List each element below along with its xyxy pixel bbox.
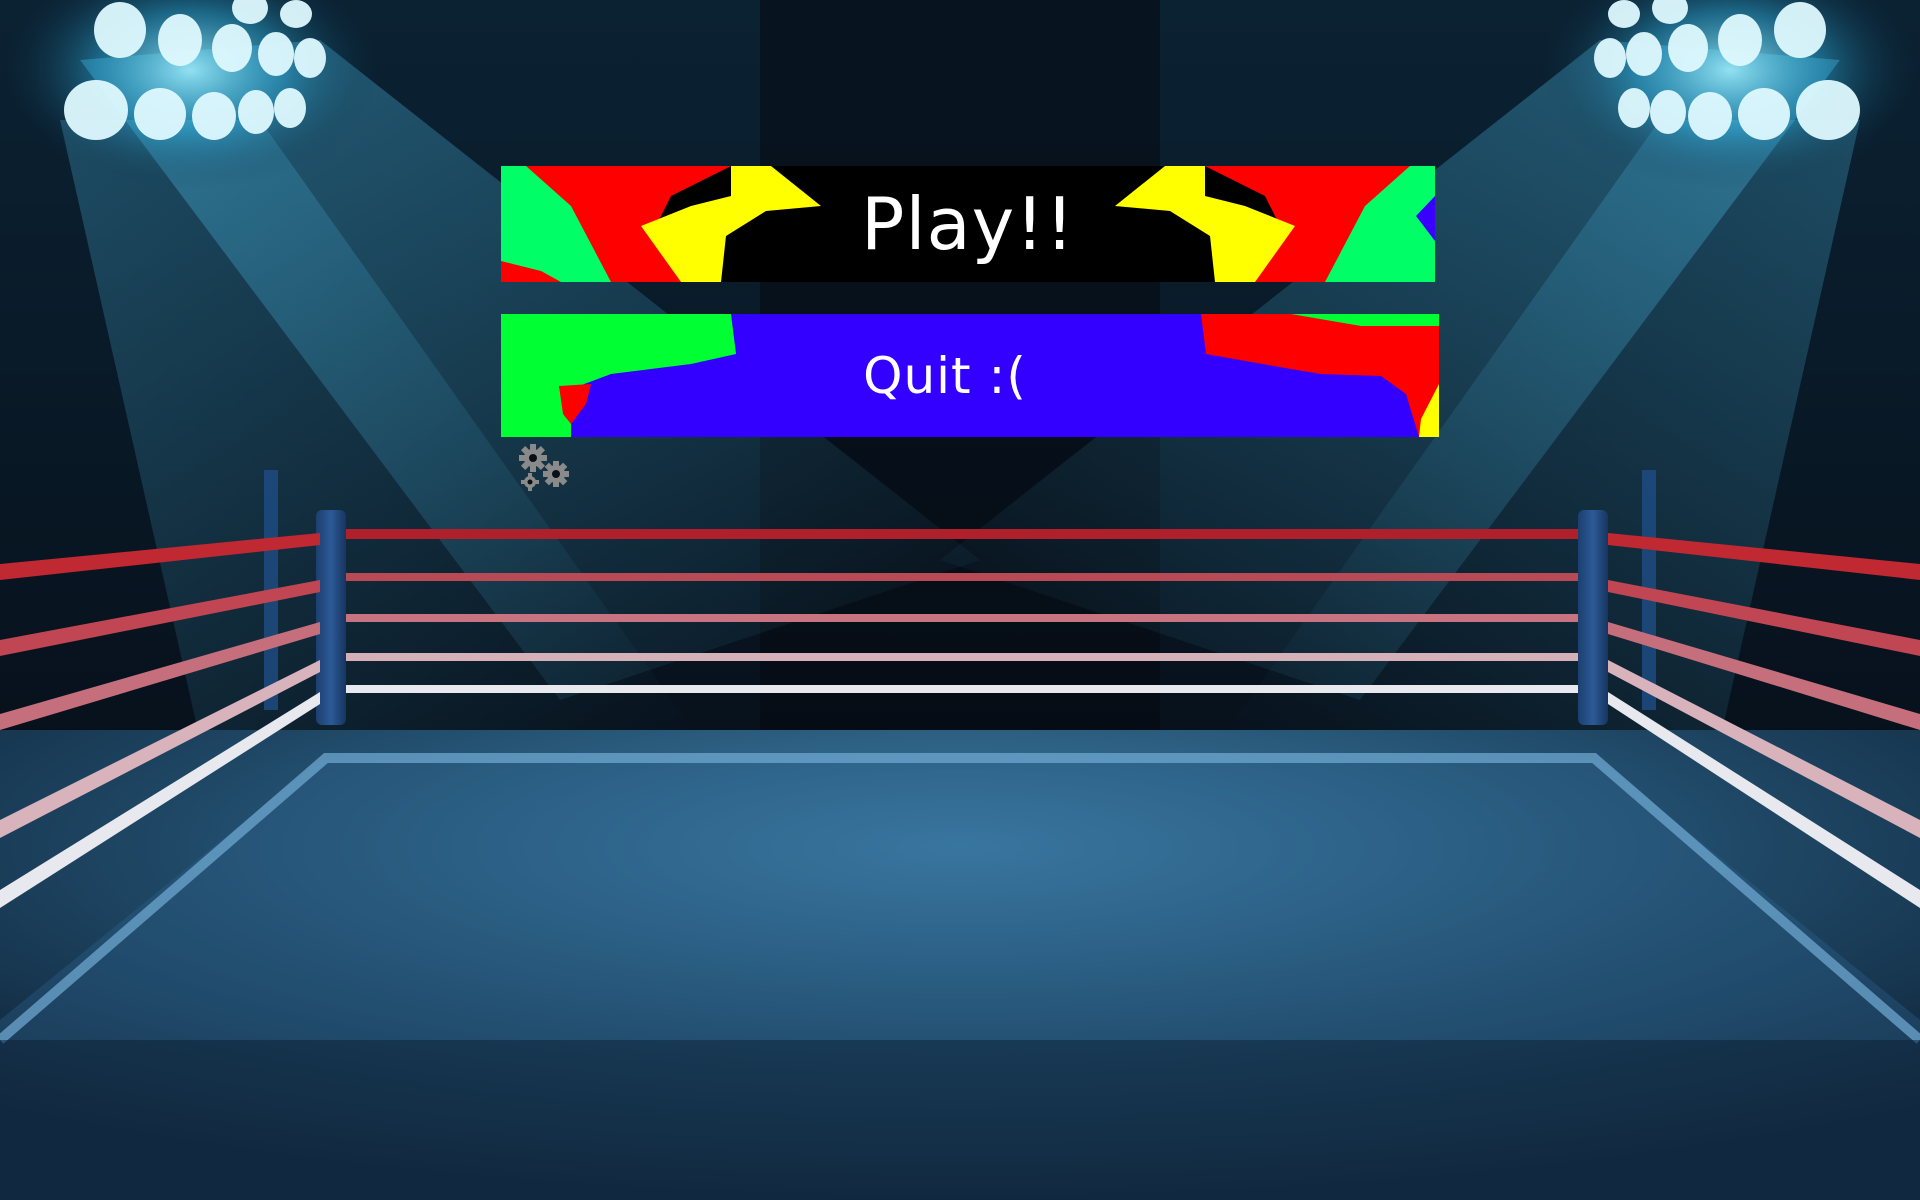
quit-button[interactable]: Quit :( [501, 314, 1439, 437]
play-label: Play!! [861, 182, 1075, 266]
quit-label: Quit :( [863, 346, 1027, 405]
gears-icon[interactable] [516, 442, 574, 494]
play-button[interactable]: Play!! [501, 166, 1435, 282]
